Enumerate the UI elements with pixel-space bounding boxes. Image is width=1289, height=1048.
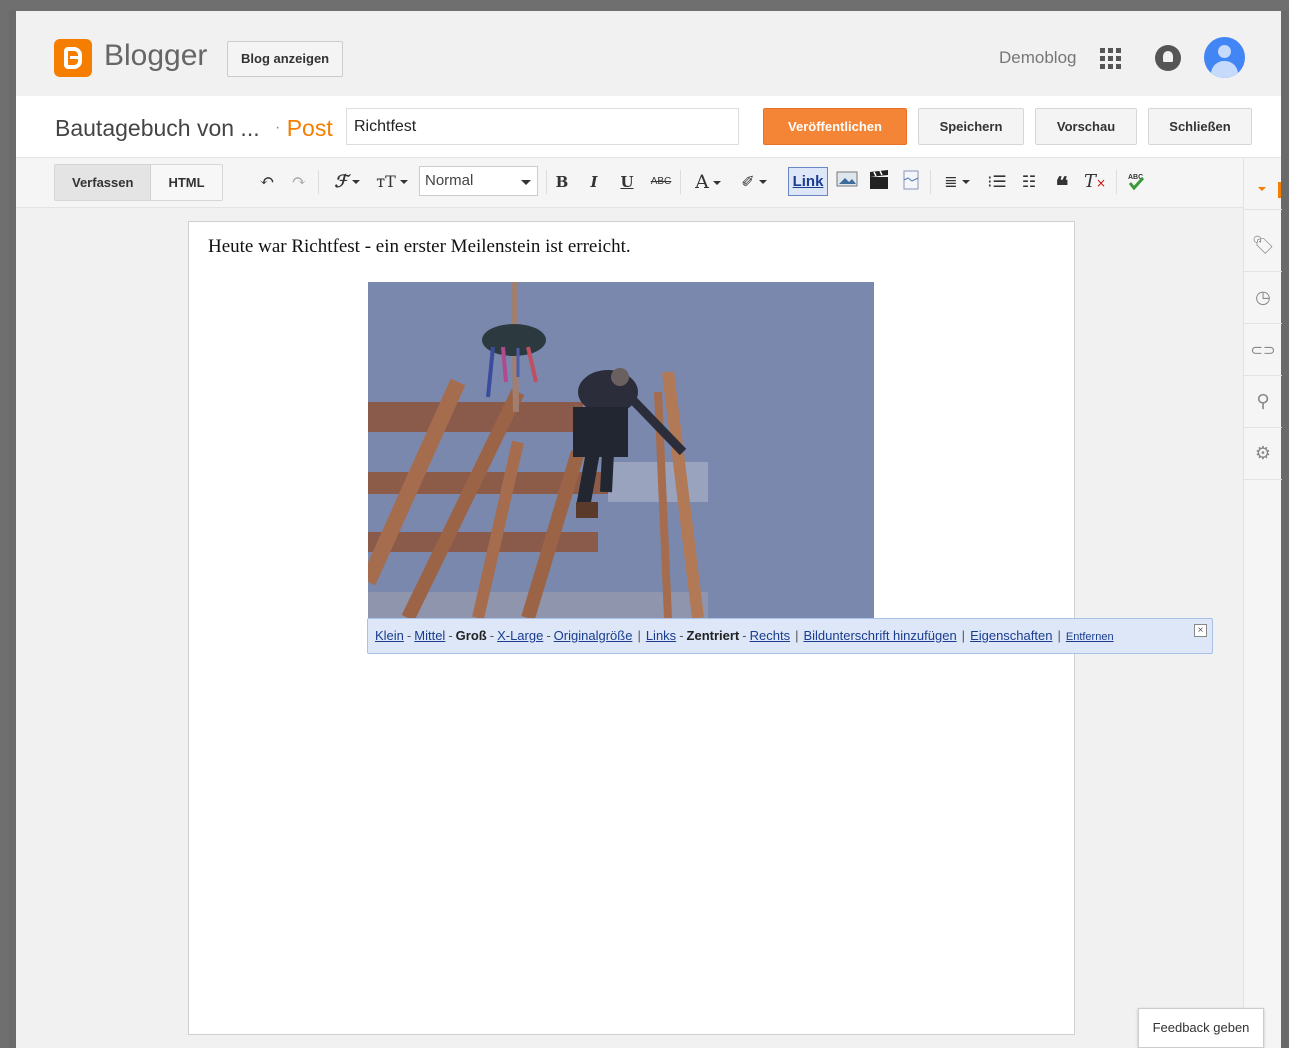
spellcheck-icon[interactable]: ABC bbox=[1124, 170, 1148, 194]
clear-format-icon[interactable]: T× bbox=[1084, 170, 1106, 194]
view-blog-button[interactable]: Blog anzeigen bbox=[227, 41, 344, 77]
bullet-list-icon[interactable]: ☷ bbox=[1018, 170, 1040, 194]
align-left-link[interactable]: Links bbox=[646, 628, 676, 643]
selected-post-image[interactable] bbox=[368, 282, 874, 618]
bold-button[interactable]: B bbox=[552, 170, 572, 194]
align-center-current: Zentriert bbox=[686, 628, 740, 643]
html-mode-button[interactable]: HTML bbox=[151, 165, 221, 200]
font-family-icon[interactable]: ℱ bbox=[328, 170, 366, 194]
sidebar-collapse-toggle[interactable] bbox=[1244, 158, 1282, 210]
save-button[interactable]: Speichern bbox=[918, 108, 1024, 145]
post-title-bar: Bautagebuch von ... · Post Veröffentlich… bbox=[16, 96, 1281, 158]
align-right-link[interactable]: Rechts bbox=[750, 628, 790, 643]
size-medium-link[interactable]: Mittel bbox=[414, 628, 445, 643]
blogger-logo-text[interactable]: Blogger bbox=[104, 39, 207, 73]
account-avatar[interactable] bbox=[1204, 37, 1245, 78]
blog-name-link[interactable]: Demoblog bbox=[999, 48, 1077, 68]
notifications-icon[interactable] bbox=[1155, 45, 1181, 71]
apps-grid-icon[interactable] bbox=[1100, 48, 1122, 70]
feedback-button[interactable]: Feedback geben bbox=[1138, 1008, 1264, 1048]
compose-mode-button[interactable]: Verfassen bbox=[55, 165, 152, 200]
underline-button[interactable]: U bbox=[617, 170, 637, 194]
editor-toolbar: Verfassen HTML ↶ ↷ ℱ тT Normal B I U ABC… bbox=[16, 158, 1243, 208]
link-icon[interactable]: ⊂⊃ bbox=[1244, 324, 1282, 376]
undo-icon[interactable]: ↶ bbox=[256, 170, 278, 194]
quote-icon[interactable]: ❝ bbox=[1051, 170, 1073, 200]
link-button[interactable]: Link bbox=[788, 167, 828, 196]
image-options-bar: Klein - Mittel - Groß - X-Large - Originalgröße |… bbox=[367, 618, 1213, 654]
add-caption-link[interactable]: Bildunterschrift hinzufügen bbox=[803, 628, 956, 643]
size-original-link[interactable]: Originalgröße bbox=[554, 628, 633, 643]
post-settings-sidebar: 🏷 ◷ ⊂⊃ ⚲ ⚙ bbox=[1243, 158, 1282, 1048]
size-xlarge-link[interactable]: X-Large bbox=[497, 628, 543, 643]
jump-break-icon[interactable] bbox=[900, 170, 922, 194]
publish-button[interactable]: Veröffentlichen bbox=[763, 108, 907, 145]
blog-title[interactable]: Bautagebuch von ... bbox=[55, 115, 260, 142]
post-label: · Post bbox=[275, 115, 333, 141]
preview-button[interactable]: Vorschau bbox=[1035, 108, 1137, 145]
post-body-text[interactable]: Heute war Richtfest - ein erster Meilens… bbox=[208, 236, 631, 258]
numbered-list-icon[interactable]: ⁝☰ bbox=[986, 170, 1008, 194]
editor-mode-toggle: Verfassen HTML bbox=[54, 164, 223, 201]
font-size-icon[interactable]: тT bbox=[372, 170, 412, 194]
paragraph-format-select[interactable]: Normal bbox=[419, 166, 538, 196]
size-large-current: Groß bbox=[455, 628, 487, 643]
align-icon[interactable]: ≣ bbox=[938, 170, 976, 194]
redo-icon[interactable]: ↷ bbox=[288, 170, 310, 194]
close-icon[interactable]: × bbox=[1194, 624, 1207, 637]
italic-button[interactable]: I bbox=[584, 170, 604, 194]
remove-image-link[interactable]: Entfernen bbox=[1066, 631, 1114, 643]
strikethrough-button[interactable]: ABC bbox=[648, 170, 674, 194]
top-header: Blogger Blog anzeigen Demoblog bbox=[16, 17, 1281, 96]
size-small-link[interactable]: Klein bbox=[375, 628, 404, 643]
insert-image-icon[interactable] bbox=[836, 170, 858, 194]
image-properties-link[interactable]: Eigenschaften bbox=[970, 628, 1052, 643]
gear-icon[interactable]: ⚙ bbox=[1244, 428, 1282, 480]
blogger-logo-icon[interactable] bbox=[54, 39, 92, 77]
location-icon[interactable]: ⚲ bbox=[1244, 376, 1282, 428]
clock-icon[interactable]: ◷ bbox=[1244, 272, 1282, 324]
close-button[interactable]: Schließen bbox=[1148, 108, 1252, 145]
insert-video-icon[interactable] bbox=[868, 170, 890, 194]
text-color-button[interactable]: A bbox=[690, 170, 726, 194]
tag-icon[interactable]: 🏷 bbox=[1244, 220, 1282, 272]
highlight-icon[interactable]: ✐ bbox=[734, 170, 774, 194]
post-title-input[interactable] bbox=[346, 108, 739, 145]
